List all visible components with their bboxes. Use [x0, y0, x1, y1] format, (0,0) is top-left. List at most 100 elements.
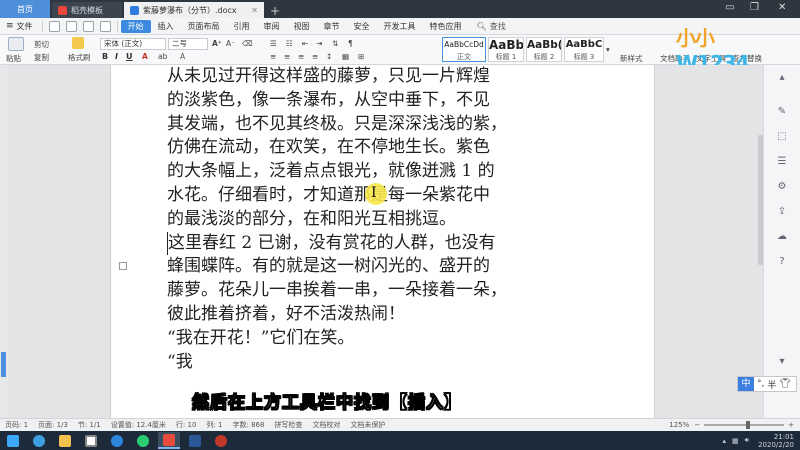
bold-button[interactable]: B — [102, 52, 108, 61]
styles-more-icon[interactable]: ▾ — [606, 45, 610, 54]
taskbar-recorder[interactable] — [210, 432, 232, 449]
scroll-up-icon[interactable]: ▴ — [774, 71, 790, 85]
copy-button[interactable]: 复制 — [34, 52, 49, 63]
tab-view[interactable]: 视图 — [287, 20, 317, 33]
status-word-count[interactable]: 字数: 868 — [227, 420, 269, 430]
tray-arrow-icon[interactable]: ▴ — [723, 437, 727, 445]
tab-document[interactable]: 紫藤萝瀑布（分节）.docx ✕ — [124, 2, 264, 18]
ime-shirt-icon[interactable]: 👕︎ — [779, 379, 790, 389]
sort-icon[interactable]: ⇅ — [332, 39, 338, 48]
new-style-button[interactable]: 新样式 — [620, 53, 643, 64]
taskbar-wps[interactable] — [158, 432, 180, 449]
start-button[interactable] — [2, 432, 24, 449]
format-painter-button[interactable]: 格式刷 — [68, 52, 91, 63]
highlight-icon[interactable]: ab — [158, 52, 167, 61]
minimize-icon[interactable]: ▭ — [725, 2, 734, 13]
show-marks-icon[interactable]: ¶ — [348, 39, 353, 48]
file-menu[interactable]: ≡ 文件 — [0, 21, 39, 32]
outdent-icon[interactable]: ⇤ — [302, 39, 308, 48]
zoom-slider-knob[interactable] — [745, 421, 750, 429]
document-tab-bar: 首页 稻壳模板 紫藤萝瀑布（分节）.docx ✕ + ▭ ❐ ✕ — [0, 0, 800, 18]
zoom-in-icon[interactable]: + — [788, 421, 794, 429]
search-command[interactable]: 🔍︎ 查找 — [477, 21, 506, 32]
taskbar-app-green[interactable] — [132, 432, 154, 449]
system-clock[interactable]: 21:01 2020/2/20 — [758, 433, 794, 449]
shrink-font-icon[interactable]: A⁻ — [226, 39, 235, 48]
folder-icon — [59, 434, 71, 447]
paste-label[interactable]: 粘贴 — [6, 53, 21, 64]
clear-format-icon[interactable]: ⌫ — [242, 39, 253, 48]
tab-start[interactable]: 开始 — [120, 19, 151, 33]
paste-icon[interactable] — [8, 37, 24, 51]
undo-icon[interactable] — [82, 20, 94, 32]
new-tab-button[interactable]: + — [264, 4, 286, 18]
ime-width[interactable]: 半 — [767, 378, 776, 391]
panel-help-icon[interactable]: ? — [774, 255, 790, 269]
save-icon[interactable] — [48, 20, 60, 32]
tab-features[interactable]: 特色应用 — [423, 20, 469, 33]
cut-button[interactable]: 剪切 — [34, 39, 49, 50]
taskbar-explorer[interactable] — [54, 432, 76, 449]
font-size-select[interactable]: 二号 — [168, 38, 208, 50]
indent-icon[interactable]: ⇥ — [316, 39, 322, 48]
tab-template[interactable]: 稻壳模板 — [52, 2, 122, 18]
tab-home[interactable]: 首页 — [0, 0, 50, 18]
align-center-icon[interactable]: ≡ — [284, 52, 290, 61]
document-page[interactable]: 从未见过开得这样盛的藤萝，只见一片辉煌 的淡紫色，像一条瀑布，从空中垂下，不见 … — [110, 65, 655, 418]
style-normal[interactable]: AaBbCcDd 正文 — [442, 37, 486, 62]
tab-insert[interactable]: 插入 — [151, 20, 181, 33]
font-name-select[interactable]: 宋体 (正文) — [100, 38, 166, 50]
restore-icon[interactable]: ❐ — [750, 2, 759, 13]
tab-review[interactable]: 审阅 — [257, 20, 287, 33]
border-icon[interactable]: ⊞ — [358, 52, 364, 61]
tab-security[interactable]: 安全 — [347, 20, 377, 33]
grow-font-icon[interactable]: A⁺ — [212, 39, 222, 48]
zoom-out-icon[interactable]: − — [694, 421, 700, 429]
taskbar-store[interactable] — [80, 432, 102, 449]
close-tab-icon[interactable]: ✕ — [251, 6, 258, 15]
style-heading-3[interactable]: AaBbC 标题 3 — [564, 37, 604, 62]
font-color-icon[interactable]: A — [142, 52, 148, 61]
tab-references[interactable]: 引用 — [227, 20, 257, 33]
close-window-icon[interactable]: ✕ — [778, 2, 786, 13]
panel-backup-icon[interactable]: ☁ — [774, 230, 790, 244]
justify-icon[interactable]: ≡ — [312, 52, 318, 61]
style-heading-2[interactable]: AaBb( 标题 2 — [526, 37, 562, 62]
taskbar-baidu[interactable] — [106, 432, 128, 449]
panel-share-icon[interactable]: ⇪ — [774, 205, 790, 219]
panel-settings-icon[interactable]: ⚙ — [774, 180, 790, 194]
taskbar-ie[interactable] — [28, 432, 50, 449]
ime-punct[interactable]: °, — [757, 379, 764, 389]
bullet-list-icon[interactable]: ☰ — [270, 39, 277, 48]
redo-icon[interactable] — [99, 20, 111, 32]
tab-chapter[interactable]: 章节 — [317, 20, 347, 33]
panel-style-icon[interactable]: ✎ — [774, 105, 790, 119]
shading-icon[interactable]: ▦ — [342, 52, 349, 61]
tab-developer[interactable]: 开发工具 — [377, 20, 423, 33]
underline-button[interactable]: U — [126, 52, 133, 61]
zoom-level[interactable]: 125% — [664, 421, 694, 429]
document-body[interactable]: 从未见过开得这样盛的藤萝，只见一片辉煌 的淡紫色，像一条瀑布，从空中垂下，不见 … — [167, 65, 607, 374]
doc-protect-button[interactable]: 文档未保护 — [345, 420, 390, 430]
text-effect-icon[interactable]: A — [180, 52, 185, 61]
align-right-icon[interactable]: ≡ — [298, 52, 304, 61]
doc-proof-button[interactable]: 文档校对 — [307, 420, 345, 430]
print-icon[interactable] — [65, 20, 77, 32]
italic-button[interactable]: I — [115, 52, 118, 61]
paragraph-marker-icon[interactable] — [119, 262, 127, 270]
zoom-slider[interactable] — [704, 421, 785, 429]
align-left-icon[interactable]: ≡ — [270, 52, 276, 61]
taskbar-app-w[interactable] — [184, 432, 206, 449]
scroll-down-icon[interactable]: ▾ — [774, 355, 790, 369]
style-heading-1[interactable]: AaBb 标题 1 — [488, 37, 524, 62]
tab-page-layout[interactable]: 页面布局 — [181, 20, 227, 33]
panel-select-icon[interactable]: ⬚ — [774, 130, 790, 144]
line-spacing-icon[interactable]: ↕ — [326, 52, 332, 61]
numbered-list-icon[interactable]: ☷ — [286, 39, 293, 48]
spell-check-button[interactable]: 拼写检查 — [269, 420, 307, 430]
volume-icon[interactable]: 🔊︎ — [745, 436, 749, 445]
panel-nav-icon[interactable]: ☰ — [774, 155, 790, 169]
network-icon[interactable]: ▦ — [732, 437, 739, 445]
ime-mode[interactable]: 中 — [738, 377, 754, 391]
ime-status-bar[interactable]: 中 °, 半 👕︎ — [737, 376, 797, 392]
